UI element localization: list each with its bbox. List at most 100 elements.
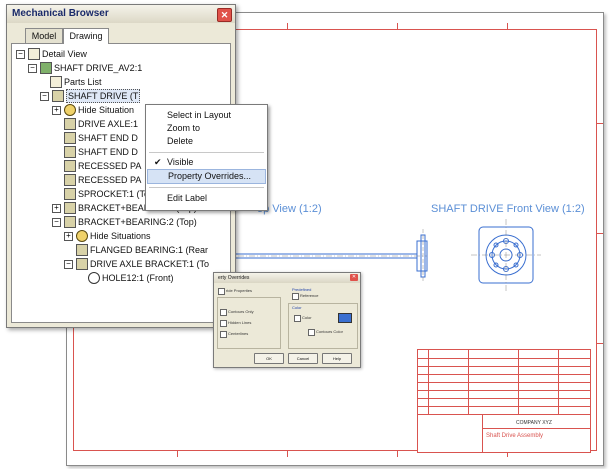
- title-block-divider: [482, 414, 483, 452]
- border-tick: [597, 123, 603, 124]
- tree-node-label: SHAFT END D: [78, 147, 138, 157]
- browser-title: Mechanical Browser: [12, 8, 109, 19]
- menu-item-label: Zoom to: [167, 123, 201, 133]
- contours-color-checkbox[interactable]: [308, 329, 315, 336]
- property-overrides-dialog[interactable]: erty Overrides ✕ ride Properties Contour…: [213, 272, 361, 368]
- cancel-button[interactable]: Cancel: [288, 353, 318, 364]
- border-tick: [287, 451, 288, 457]
- menu-item-select-in-layout[interactable]: Select in Layout: [146, 109, 265, 122]
- collapse-icon[interactable]: −: [52, 218, 61, 227]
- title-block-divider: [428, 350, 429, 414]
- color-label: Color: [302, 315, 312, 320]
- color-group-label: Color: [292, 305, 302, 310]
- ok-button[interactable]: OK: [254, 353, 284, 364]
- view-icon: [28, 48, 40, 60]
- tree-node-label: Parts List: [64, 77, 102, 87]
- expand-icon[interactable]: +: [52, 204, 61, 213]
- tree-node-label: RECESSED PA: [78, 161, 142, 171]
- dialog-title: erty Overrides: [218, 275, 250, 281]
- menu-item-property-overrides[interactable]: Property Overrides...: [147, 169, 266, 184]
- border-tick: [397, 451, 398, 457]
- border-tick: [397, 23, 398, 29]
- collapse-icon[interactable]: −: [64, 260, 73, 269]
- title-block-divider: [518, 350, 519, 414]
- reference-label: Reference: [300, 293, 319, 298]
- tree-node-label: Hide Situations: [90, 231, 151, 241]
- hide-situation-icon: [64, 104, 76, 116]
- expand-icon[interactable]: +: [64, 232, 73, 241]
- hidden-lines-checkbox[interactable]: [220, 320, 227, 327]
- assembly-icon: [52, 90, 64, 102]
- tree-node-label: Detail View: [42, 49, 87, 59]
- contours-only-checkbox[interactable]: [220, 309, 227, 316]
- override-properties-checkbox[interactable]: [218, 288, 225, 295]
- menu-separator: [149, 152, 264, 153]
- browser-title-bar[interactable]: Mechanical Browser ✕: [7, 5, 235, 23]
- contours-color-label: Contours Color: [316, 329, 343, 334]
- part-icon: [64, 146, 76, 158]
- close-icon[interactable]: ✕: [350, 274, 358, 281]
- contours-only-label: Contours Only: [228, 309, 254, 314]
- border-tick: [597, 343, 603, 344]
- tree-node-label: Hide Situation: [78, 105, 135, 115]
- reference-checkbox[interactable]: [292, 293, 299, 300]
- tab-drawing[interactable]: Drawing: [63, 28, 109, 44]
- tree-node-label: SHAFT DRIVE_AV2:1: [54, 63, 143, 73]
- part-icon: [64, 160, 76, 172]
- title-block-divider: [468, 350, 469, 414]
- part-icon: [64, 188, 76, 200]
- assembly-icon: [64, 216, 76, 228]
- border-tick: [287, 23, 288, 29]
- assembly-icon: [64, 202, 76, 214]
- border-tick: [597, 233, 603, 234]
- help-button[interactable]: Help: [322, 353, 352, 364]
- menu-item-visible[interactable]: ✔ Visible: [146, 156, 265, 169]
- border-tick: [507, 23, 508, 29]
- expand-icon[interactable]: +: [52, 106, 61, 115]
- part-icon: [64, 118, 76, 130]
- hide-situation-icon: [76, 230, 88, 242]
- hidden-lines-label: Hidden Lines: [228, 320, 252, 325]
- assembly-icon: [40, 62, 52, 74]
- context-menu[interactable]: Select in Layout Zoom to Delete ✔ Visibl…: [145, 104, 268, 211]
- override-properties-label: ride Properties: [226, 288, 253, 293]
- parts-list-header: [418, 406, 590, 415]
- tree-node-label: BRACKET+BEARING:2 (Top): [78, 217, 197, 227]
- parts-list-icon: [50, 76, 62, 88]
- menu-item-delete[interactable]: Delete: [146, 135, 265, 148]
- part-icon: [76, 258, 88, 270]
- centerlines-checkbox[interactable]: [220, 331, 227, 338]
- tree-node-label: SHAFT DRIVE (T: [66, 89, 141, 103]
- menu-item-label: Delete: [167, 136, 194, 146]
- part-icon: [76, 244, 88, 256]
- tree-node-label: DRIVE AXLE:1: [78, 119, 139, 129]
- close-icon[interactable]: ✕: [217, 8, 232, 22]
- drawing-title: Shaft Drive Assembly: [486, 433, 544, 439]
- checkmark-icon: ✔: [154, 157, 162, 167]
- title-block-divider: [558, 350, 559, 414]
- menu-item-label: Visible: [167, 157, 194, 167]
- collapse-icon[interactable]: −: [16, 50, 25, 59]
- menu-item-zoom-to[interactable]: Zoom to: [146, 122, 265, 135]
- color-swatch[interactable]: [338, 313, 352, 323]
- tree-node-label: RECESSED PA: [78, 175, 142, 185]
- dialog-title-bar[interactable]: erty Overrides ✕: [214, 273, 360, 283]
- front-view-drawing[interactable]: [471, 219, 541, 291]
- color-checkbox[interactable]: [294, 315, 301, 322]
- tab-model[interactable]: Model: [25, 28, 63, 43]
- collapse-icon[interactable]: −: [28, 64, 37, 73]
- part-icon: [64, 132, 76, 144]
- tree-node-label: HOLE12:1 (Front): [102, 273, 174, 283]
- centerlines-label: Centerlines: [228, 331, 249, 336]
- menu-item-edit-label[interactable]: Edit Label: [146, 192, 265, 205]
- predefined-label: Predefined: [292, 287, 312, 292]
- front-view-label[interactable]: SHAFT DRIVE Front View (1:2): [431, 203, 585, 215]
- title-block[interactable]: COMPANY XYZ Shaft Drive Assembly: [417, 349, 591, 453]
- tree-node-label: DRIVE AXLE BRACKET:1 (To: [90, 259, 210, 269]
- menu-item-label: Property Overrides...: [168, 171, 252, 181]
- collapse-icon[interactable]: −: [40, 92, 49, 101]
- menu-separator: [149, 187, 264, 188]
- company-name: COMPANY XYZ: [516, 420, 552, 426]
- title-block-divider: [482, 428, 590, 429]
- border-tick: [177, 451, 178, 457]
